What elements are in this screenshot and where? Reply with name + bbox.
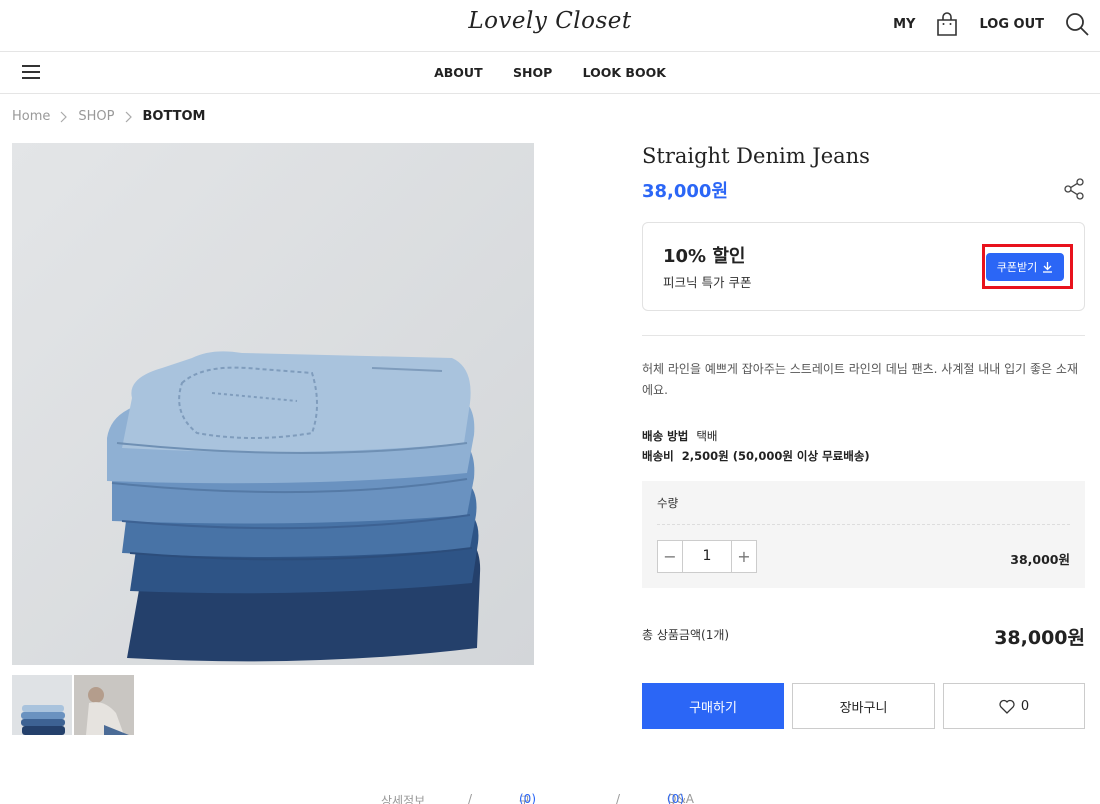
divider: [642, 335, 1085, 336]
header-actions: MY LOG OUT: [893, 9, 1090, 39]
breadcrumb-home[interactable]: Home: [12, 109, 50, 124]
quantity-input[interactable]: 1: [682, 541, 732, 572]
divider: [657, 524, 1070, 525]
logout-link[interactable]: LOG OUT: [979, 17, 1044, 32]
chevron-right-icon: [60, 111, 68, 123]
line-price: 38,000원: [1010, 552, 1070, 567]
product-title: Straight Denim Jeans: [642, 144, 870, 168]
tab-detail-info[interactable]: 상세정보: [381, 792, 425, 804]
thumbnail-image[interactable]: [74, 675, 134, 735]
product-main-image: [12, 143, 534, 665]
coupon-box: 10% 할인 피크닉 특가 쿠폰 쿠폰받기: [642, 222, 1085, 311]
get-coupon-button[interactable]: 쿠폰받기: [986, 253, 1064, 281]
coupon-subtitle: 피크닉 특가 쿠폰: [663, 275, 752, 290]
tab-separator: /: [616, 792, 621, 804]
chevron-right-icon: [125, 111, 133, 123]
minus-button[interactable]: −: [658, 541, 682, 572]
product-thumbnails: [12, 675, 136, 735]
breadcrumb-shop[interactable]: SHOP: [78, 109, 114, 124]
like-count: 0: [1020, 698, 1030, 714]
shipping-method-value: 택배: [696, 429, 718, 443]
shipping-info: 배송 방법 택배 배송비 2,500원 (50,000원 이상 무료배송): [642, 426, 870, 466]
shipping-method-label: 배송 방법: [642, 429, 689, 443]
site-header: Lovely Closet MY LOG OUT: [0, 0, 1100, 52]
product-price: 38,000원: [642, 181, 729, 202]
shipping-fee-value: 2,500원 (50,000원 이상 무료배송): [681, 449, 870, 463]
plus-button[interactable]: +: [732, 541, 756, 572]
nav-menu: ABOUT SHOP LOOK BOOK: [0, 65, 1100, 80]
coupon-title: 10% 할인: [663, 246, 746, 267]
thumbnail-image[interactable]: [12, 675, 72, 735]
add-to-cart-button[interactable]: 장바구니: [792, 683, 935, 729]
qna-count: (0): [667, 792, 684, 804]
shipping-fee-label: 배송비: [642, 449, 674, 463]
heart-icon: [999, 699, 1015, 714]
quantity-box: 수량 − 1 + 38,000원: [642, 481, 1085, 588]
quantity-label: 수량: [657, 496, 679, 510]
like-button[interactable]: 0: [943, 683, 1085, 729]
breadcrumb: Home SHOP BOTTOM: [12, 109, 205, 124]
nav-item-shop[interactable]: SHOP: [513, 65, 552, 80]
buy-button[interactable]: 구매하기: [642, 683, 784, 729]
review-count: (0): [519, 792, 536, 804]
search-icon[interactable]: [1064, 11, 1090, 37]
share-icon[interactable]: [1063, 178, 1085, 204]
my-link[interactable]: MY: [893, 17, 915, 32]
breadcrumb-current[interactable]: BOTTOM: [143, 109, 206, 124]
get-coupon-label: 쿠폰받기: [996, 261, 1038, 274]
main-nav: ABOUT SHOP LOOK BOOK: [0, 52, 1100, 94]
product-description: 허체 라인을 예쁘게 잡아주는 스트레이트 라인의 데님 팬츠. 사계절 내내 …: [642, 362, 1078, 397]
quantity-stepper: − 1 +: [657, 540, 757, 573]
tab-separator: /: [468, 792, 473, 804]
shopping-bag-icon[interactable]: [935, 11, 959, 37]
download-icon: [1043, 262, 1053, 273]
nav-item-about[interactable]: ABOUT: [434, 65, 483, 80]
logo-text[interactable]: Lovely Closet: [468, 8, 631, 34]
total-label: 총 상품금액(1개): [642, 628, 730, 642]
nav-item-lookbook[interactable]: LOOK BOOK: [583, 65, 666, 80]
total-price: 38,000원: [994, 627, 1085, 649]
